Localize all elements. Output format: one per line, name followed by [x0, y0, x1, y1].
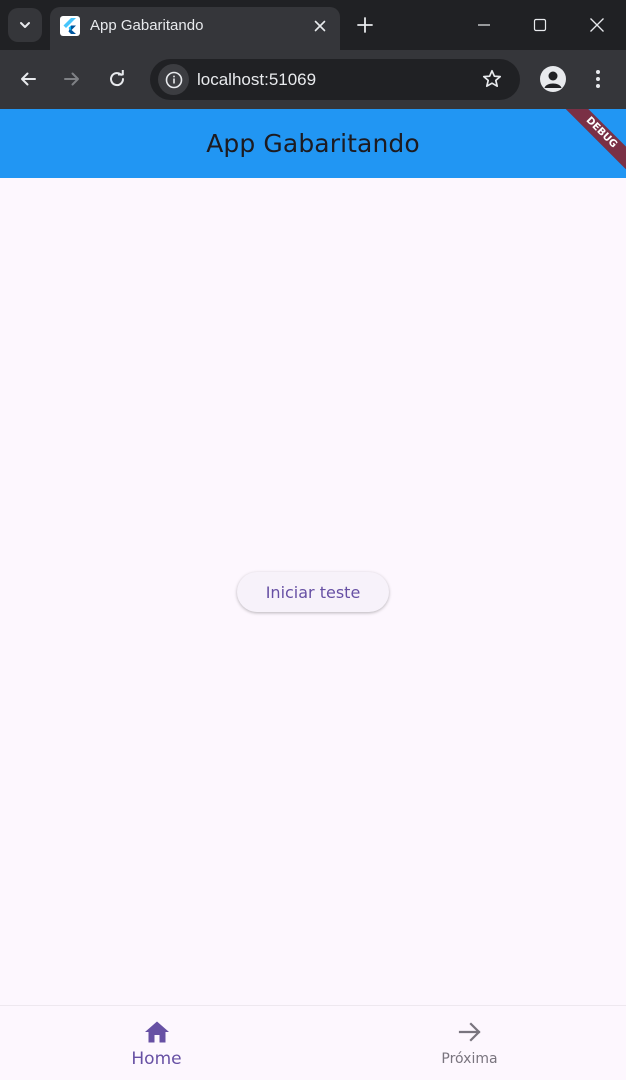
window-close-button[interactable]	[582, 10, 612, 40]
window-minimize-button[interactable]	[469, 10, 499, 40]
app-body: Iniciar teste	[0, 178, 626, 1005]
window-maximize-button[interactable]	[525, 10, 555, 40]
bottom-navigation-bar: Home Próxima	[0, 1005, 626, 1080]
forward-button[interactable]	[58, 65, 86, 93]
new-tab-button[interactable]	[353, 13, 377, 37]
nav-item-home[interactable]: Home	[0, 1006, 313, 1080]
arrow-left-icon	[21, 72, 36, 86]
app-viewport: App Gabaritando DEBUG Iniciar teste Home…	[0, 109, 626, 1080]
plus-icon	[357, 17, 373, 33]
minimize-icon	[478, 24, 490, 26]
browser-tab-active[interactable]: App Gabaritando	[50, 7, 340, 50]
star-icon	[482, 69, 502, 88]
url-text[interactable]: localhost:51069	[197, 70, 316, 90]
app-bar: App Gabaritando DEBUG	[0, 109, 626, 178]
browser-toolbar: localhost:51069	[0, 50, 626, 109]
arrow-right-icon	[64, 72, 79, 86]
arrow-forward-icon	[456, 1018, 484, 1046]
nav-label-home: Home	[131, 1049, 182, 1069]
profile-button[interactable]	[540, 66, 566, 92]
app-title: App Gabaritando	[206, 129, 420, 158]
more-vertical-icon	[596, 70, 600, 88]
info-icon	[165, 71, 182, 88]
home-icon	[143, 1018, 171, 1046]
reload-button[interactable]	[103, 65, 131, 93]
debug-banner: DEBUG	[556, 109, 626, 178]
person-icon	[544, 71, 562, 88]
tab-title: App Gabaritando	[90, 17, 204, 34]
nav-label-proxima: Próxima	[441, 1051, 498, 1067]
site-info-button[interactable]	[158, 64, 189, 95]
reload-icon	[110, 70, 125, 87]
chevron-down-icon	[20, 22, 30, 28]
address-bar[interactable]: localhost:51069	[150, 59, 520, 100]
browser-menu-button[interactable]	[586, 65, 610, 93]
close-icon	[590, 18, 604, 32]
back-button[interactable]	[14, 65, 42, 93]
flutter-icon	[60, 16, 80, 36]
tab-close-button[interactable]	[310, 16, 330, 36]
start-test-button[interactable]: Iniciar teste	[237, 572, 389, 612]
tab-search-button[interactable]	[8, 8, 42, 42]
browser-tab-strip: App Gabaritando	[0, 0, 626, 50]
nav-item-proxima[interactable]: Próxima	[313, 1006, 626, 1080]
close-icon	[314, 20, 326, 32]
maximize-icon	[533, 18, 547, 32]
bookmark-button[interactable]	[480, 67, 504, 91]
